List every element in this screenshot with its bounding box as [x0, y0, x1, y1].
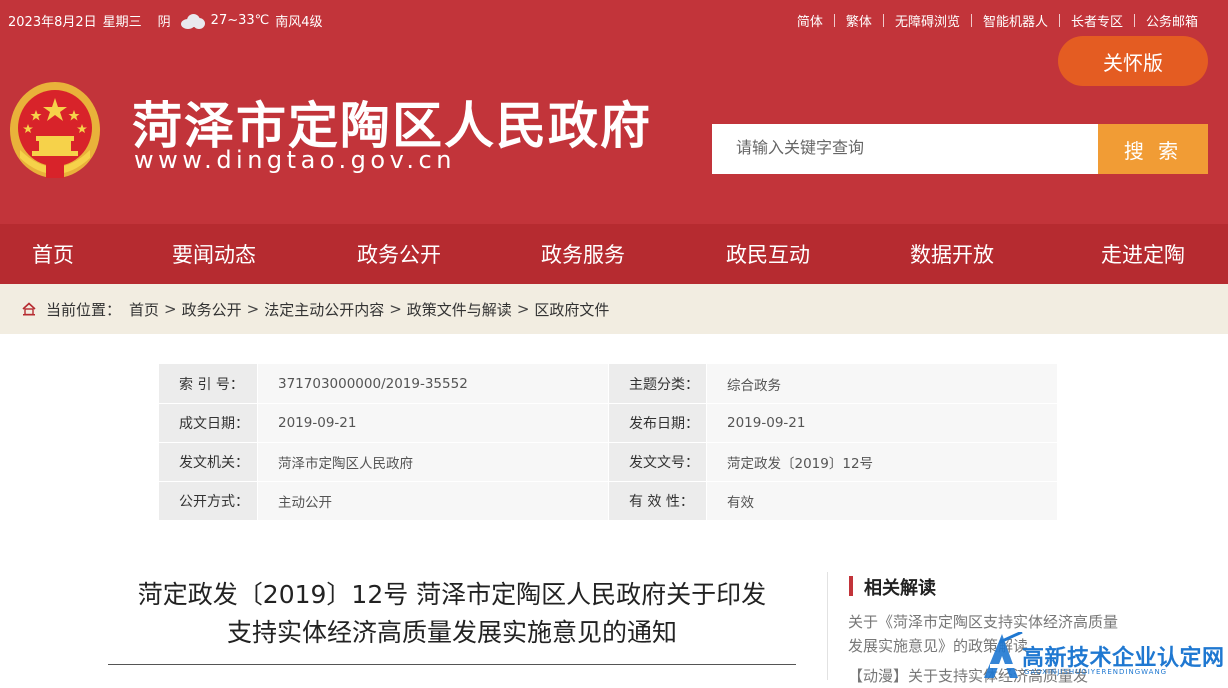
breadcrumb-statutory[interactable]: 法定主动公开内容 — [264, 299, 384, 320]
info-label: 成文日期： — [159, 404, 257, 442]
breadcrumb-separator: > — [246, 300, 260, 318]
info-value: 371703000000/2019-35552 — [257, 364, 608, 403]
nav-home[interactable]: 首页 — [0, 224, 106, 284]
info-label: 公开方式： — [159, 482, 257, 520]
wind: 南风4级 — [275, 15, 323, 30]
article-title-line: 支持实体经济高质量发展实施意见的通知 — [226, 618, 677, 647]
link-robot[interactable]: 智能机器人 — [983, 11, 1048, 30]
info-label: 发文机关： — [159, 443, 257, 481]
home-icon — [22, 302, 36, 316]
related-title: 相关解读 — [864, 578, 936, 599]
info-value: 菏泽市定陶区人民政府 — [257, 443, 608, 481]
breadcrumb-separator: > — [516, 300, 530, 318]
section-marker — [849, 576, 853, 596]
breadcrumb-district-docs[interactable]: 区政府文件 — [534, 299, 609, 320]
nav-news[interactable]: 要闻动态 — [106, 224, 322, 284]
divider — [970, 14, 972, 27]
breadcrumb: 当前位置： 首页 > 政务公开 > 法定主动公开内容 > 政策文件与解读 > 区… — [0, 284, 1228, 334]
document-info-table: 索 引 号： 371703000000/2019-35552 主题分类： 综合政… — [159, 364, 1057, 520]
article-title-line: 菏定政发〔2019〕12号 菏泽市定陶区人民政府关于印发 — [137, 580, 767, 609]
date-weather-bar: 2023年8月2日 星期三 阴 27~33℃ 南风4级 — [8, 11, 329, 30]
column-divider — [827, 572, 828, 680]
care-mode-button[interactable]: 关怀版 — [1058, 36, 1208, 86]
info-value: 菏定政发〔2019〕12号 — [706, 443, 1057, 481]
info-value: 2019-09-21 — [257, 404, 608, 442]
divider — [1133, 14, 1135, 27]
utility-links: 简体 繁体 无障碍浏览 智能机器人 长者专区 公务邮箱 — [797, 11, 1198, 30]
info-row: 发文机关： 菏泽市定陶区人民政府 发文文号： 菏定政发〔2019〕12号 — [159, 442, 1057, 481]
nav-gov-affairs[interactable]: 政务公开 — [322, 224, 476, 284]
divider — [833, 14, 835, 27]
nav-about-dingtao[interactable]: 走进定陶 — [1058, 224, 1228, 284]
link-accessibility[interactable]: 无障碍浏览 — [895, 11, 960, 30]
info-value: 综合政务 — [706, 364, 1057, 403]
search-input[interactable] — [712, 124, 1098, 174]
title-divider — [108, 664, 796, 665]
info-row: 公开方式： 主动公开 有 效 性： 有效 — [159, 481, 1057, 520]
current-date: 2023年8月2日 — [8, 15, 97, 30]
breadcrumb-label: 当前位置： — [46, 300, 122, 319]
watermark-subtext: GAOXINJISHUQIYERENDINGWANG — [1024, 668, 1168, 676]
article-title: 菏定政发〔2019〕12号 菏泽市定陶区人民政府关于印发 支持实体经济高质量发展… — [108, 576, 796, 652]
national-emblem-icon — [10, 82, 100, 178]
breadcrumb-home[interactable]: 首页 — [129, 299, 159, 320]
breadcrumb-separator: > — [389, 300, 402, 318]
link-simplified[interactable]: 简体 — [797, 11, 823, 30]
nav-interaction[interactable]: 政民互动 — [690, 224, 846, 284]
info-label: 索 引 号： — [159, 364, 257, 403]
link-mailbox[interactable]: 公务邮箱 — [1146, 11, 1198, 30]
breadcrumb-policy[interactable]: 政策文件与解读 — [407, 299, 512, 320]
info-label: 主题分类： — [608, 364, 706, 403]
info-value: 2019-09-21 — [706, 404, 1057, 442]
info-row: 成文日期： 2019-09-21 发布日期： 2019-09-21 — [159, 403, 1057, 442]
info-label: 有 效 性： — [608, 482, 706, 520]
temperature: 27~33℃ — [210, 13, 270, 28]
breadcrumb-separator: > — [164, 300, 177, 318]
info-label: 发文文号： — [608, 443, 706, 481]
info-value: 有效 — [706, 482, 1057, 520]
link-traditional[interactable]: 繁体 — [846, 11, 872, 30]
nav-gov-services[interactable]: 政务服务 — [476, 224, 690, 284]
info-value: 主动公开 — [257, 482, 608, 520]
weather-text: 阴 — [157, 15, 171, 30]
search-button[interactable]: 搜 索 — [1098, 124, 1208, 174]
cloud-icon — [179, 13, 205, 29]
info-label: 发布日期： — [608, 404, 706, 442]
divider — [882, 14, 884, 27]
current-weekday: 星期三 — [102, 15, 142, 30]
info-row: 索 引 号： 371703000000/2019-35552 主题分类： 综合政… — [159, 364, 1057, 403]
nav-open-data[interactable]: 数据开放 — [846, 224, 1058, 284]
site-url: www.dingtao.gov.cn — [134, 146, 456, 174]
main-nav: 首页 要闻动态 政务公开 政务服务 政民互动 数据开放 走进定陶 — [0, 224, 1228, 284]
site-header: 2023年8月2日 星期三 阴 27~33℃ 南风4级 简体 繁体 无障碍浏览 … — [0, 0, 1228, 224]
divider — [1058, 14, 1060, 27]
breadcrumb-gov-affairs[interactable]: 政务公开 — [182, 299, 242, 320]
link-elderly[interactable]: 长者专区 — [1071, 11, 1123, 30]
